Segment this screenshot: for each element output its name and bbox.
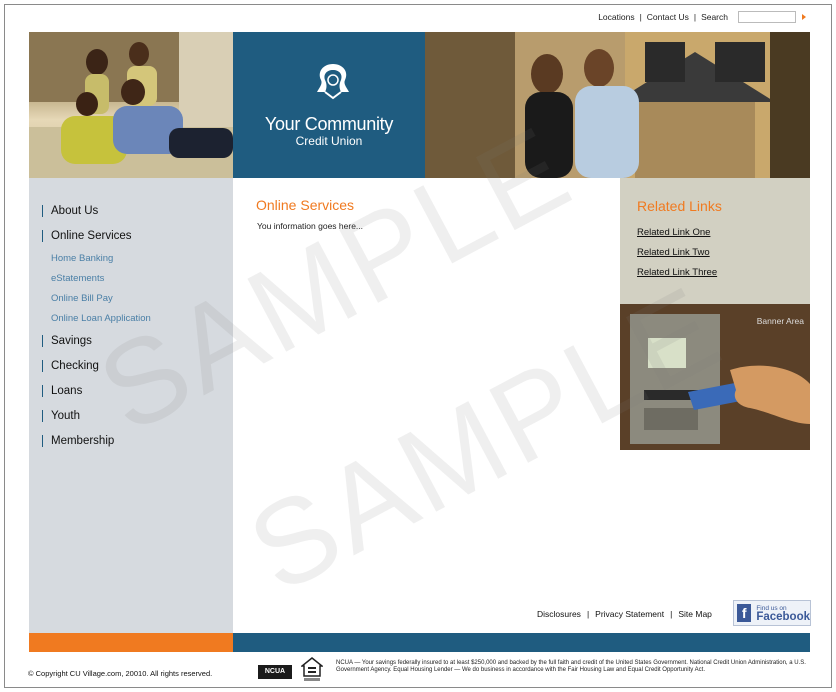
separator: |	[693, 12, 697, 22]
utility-bar: Locations | Contact Us | Search	[598, 11, 806, 23]
left-navigation: About Us Online Services Home Banking eS…	[29, 178, 233, 633]
brand-name: Your Community	[264, 114, 394, 134]
nav-bullet	[42, 384, 43, 397]
facebook-icon: f	[737, 604, 752, 622]
separator: |	[670, 609, 673, 619]
equal-housing-lender-icon	[301, 657, 323, 681]
copyright-text: © Copyright CU Village.com, 20010. All r…	[28, 669, 213, 678]
footer-stripe-orange	[29, 633, 233, 652]
related-links-title: Related Links	[637, 198, 722, 214]
search-label: Search	[701, 12, 728, 22]
nav-item-about-us[interactable]: About Us	[42, 198, 151, 223]
banner-area[interactable]: Banner Area	[620, 304, 810, 450]
nav-bullet	[42, 229, 43, 242]
nav-item-checking[interactable]: Checking	[42, 353, 151, 378]
locations-link[interactable]: Locations	[598, 12, 634, 22]
banner-label: Banner Area	[756, 316, 804, 326]
brand-panel: Your Community Credit Union	[233, 32, 425, 178]
nav-item-label: Youth	[51, 409, 80, 422]
page-title: Online Services	[256, 197, 355, 213]
nav-item-label: About Us	[51, 204, 99, 217]
facebook-label: Facebook	[756, 611, 810, 623]
subnav-item-estatements[interactable]: eStatements	[42, 268, 151, 288]
nav-item-label: Checking	[51, 359, 99, 372]
site-map-link[interactable]: Site Map	[678, 609, 712, 619]
brand-subtitle: Credit Union	[295, 134, 363, 148]
subnav-item-home-banking[interactable]: Home Banking	[42, 248, 151, 268]
subnav-item-online-loan-application[interactable]: Online Loan Application	[42, 308, 151, 328]
separator: |	[586, 609, 590, 619]
nav-item-loans[interactable]: Loans	[42, 378, 151, 403]
disclosures-link[interactable]: Disclosures	[537, 609, 581, 619]
footer-stripe-blue	[233, 633, 810, 652]
nav-item-savings[interactable]: Savings	[42, 328, 151, 353]
search-input[interactable]	[738, 11, 796, 23]
related-link-two[interactable]: Related Link Two	[637, 247, 717, 267]
nav-bullet	[42, 409, 43, 422]
nav-item-membership[interactable]: Membership	[42, 428, 151, 453]
nav-item-label: Savings	[51, 334, 92, 347]
header-banner: Your Community Credit Union	[29, 32, 810, 178]
nav-item-label: Loans	[51, 384, 83, 397]
nav-item-online-services[interactable]: Online Services	[42, 223, 151, 248]
page-body-text: You information goes here...	[257, 221, 364, 231]
couple-photo	[425, 32, 810, 178]
credit-union-logo-icon	[317, 64, 349, 100]
nav-bullet	[42, 434, 43, 447]
related-links-panel: Related Links Related Link One Related L…	[620, 178, 810, 304]
nav-item-label: Online Services	[51, 229, 132, 242]
separator: |	[639, 12, 642, 22]
family-photo	[29, 32, 233, 178]
contact-us-link[interactable]: Contact Us	[647, 12, 689, 22]
subnav-item-online-bill-pay[interactable]: Online Bill Pay	[42, 288, 151, 308]
disclaimer-text: NCUA — Your savings federally insured to…	[336, 660, 806, 673]
facebook-button[interactable]: f Find us on Facebook	[733, 600, 811, 626]
nav-bullet	[42, 334, 43, 347]
related-link-three[interactable]: Related Link Three	[637, 267, 717, 287]
nav-item-label: Membership	[51, 434, 115, 447]
search-go-icon[interactable]	[802, 14, 806, 20]
footer-links: Disclosures | Privacy Statement | Site M…	[537, 609, 712, 619]
nav-bullet	[42, 359, 43, 372]
nav-item-youth[interactable]: Youth	[42, 403, 151, 428]
privacy-statement-link[interactable]: Privacy Statement	[595, 609, 664, 619]
ncua-logo: NCUA	[258, 665, 292, 679]
nav-bullet	[42, 204, 43, 217]
related-link-one[interactable]: Related Link One	[637, 227, 717, 247]
